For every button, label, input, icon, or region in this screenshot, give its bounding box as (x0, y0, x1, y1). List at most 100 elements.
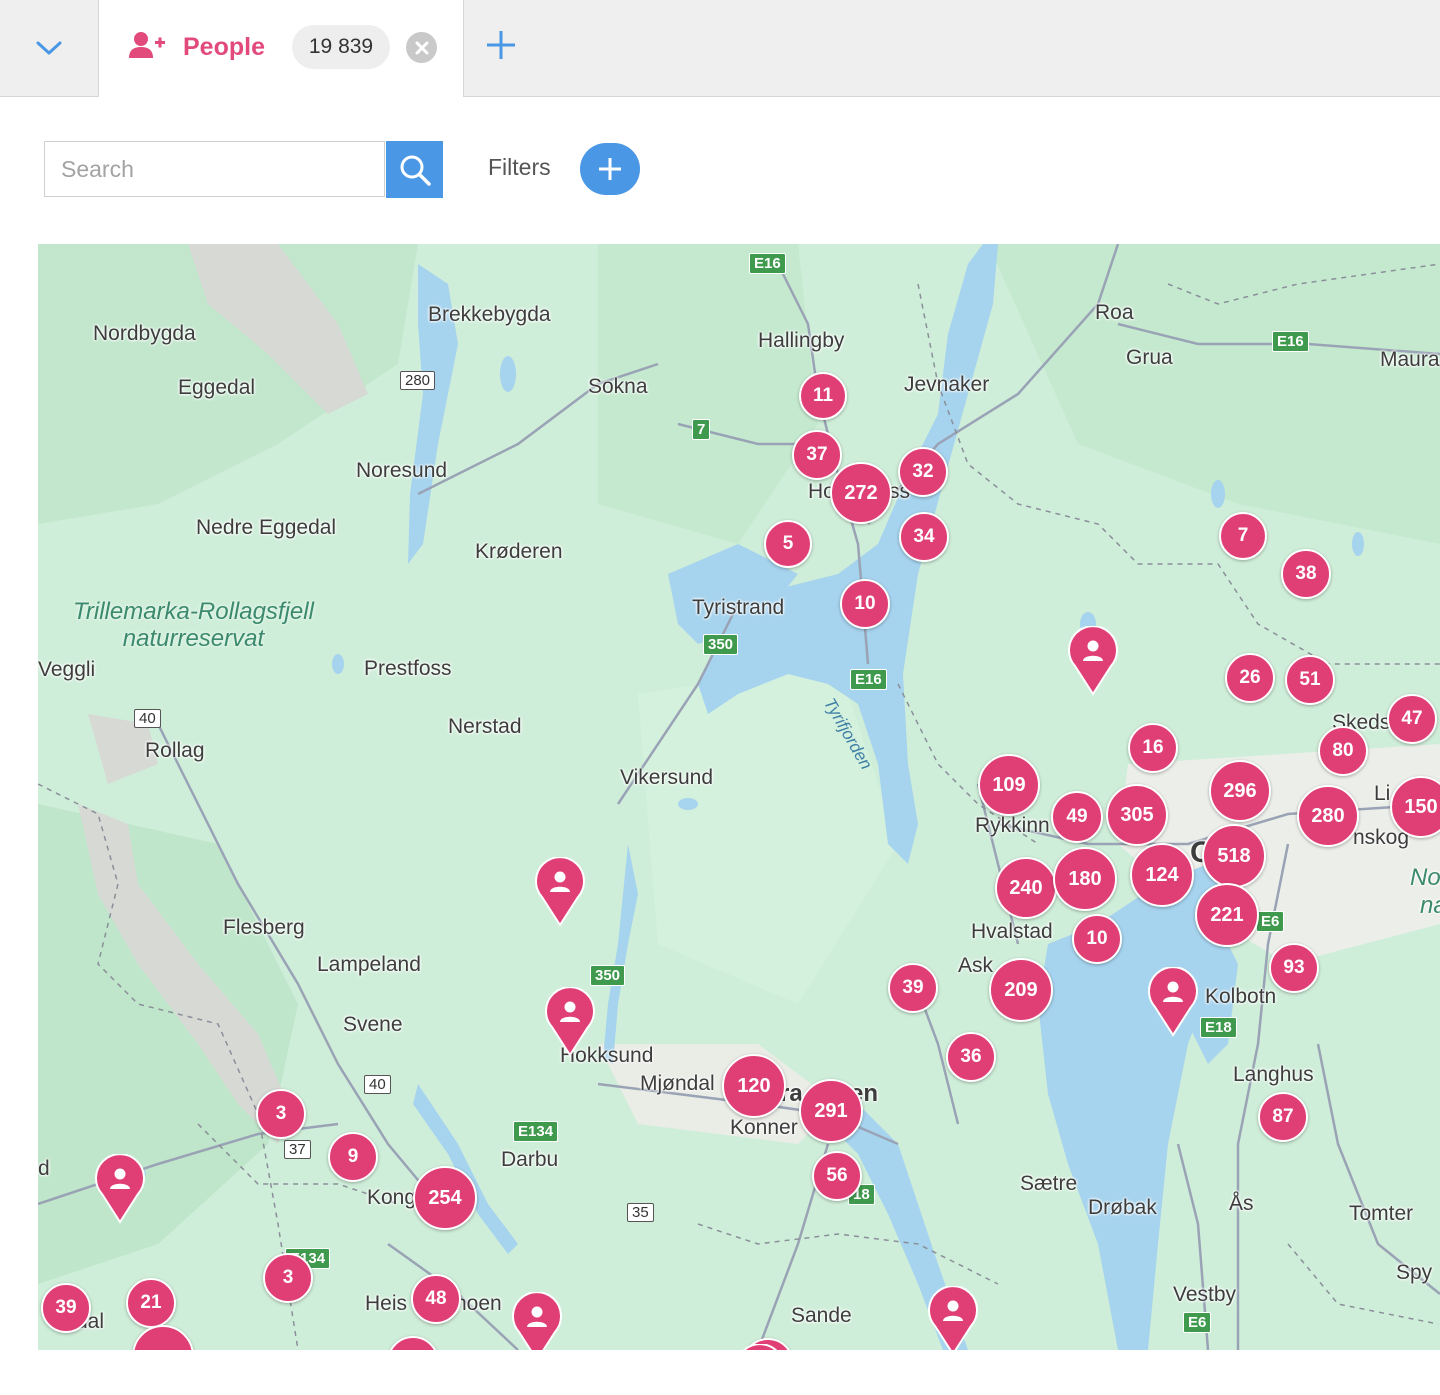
cluster-marker[interactable]: 93 (1269, 943, 1319, 993)
place-label: Heis (365, 1292, 408, 1315)
cluster-marker[interactable]: 254 (413, 1166, 477, 1230)
person-pin-icon[interactable] (534, 857, 586, 927)
road-shield: E16 (1272, 331, 1309, 352)
cluster-marker[interactable]: 51 (1285, 655, 1335, 705)
cluster-marker[interactable]: 56 (812, 1151, 862, 1201)
place-label: Vestby (1173, 1283, 1237, 1306)
road-shield: 35 (627, 1203, 654, 1222)
place-label: hoen (455, 1292, 502, 1315)
road-shield: 40 (134, 709, 161, 728)
road-shield: 350 (590, 965, 626, 986)
close-icon (415, 41, 428, 54)
search-input[interactable] (45, 142, 387, 196)
map-view[interactable]: Nordbygda Eggedal Brekkebygda Sokna Hall… (38, 244, 1440, 1350)
plus-icon (599, 158, 621, 180)
person-pin-icon[interactable] (927, 1286, 979, 1350)
cluster-marker[interactable]: 39 (888, 963, 938, 1013)
place-label: Prestfoss (364, 657, 452, 680)
road-shield: 350 (703, 634, 739, 655)
cluster-marker[interactable]: 16 (1128, 723, 1178, 773)
cluster-marker[interactable]: 180 (1053, 847, 1117, 911)
cluster-marker[interactable]: 518 (1202, 824, 1266, 888)
cluster-marker[interactable]: 240 (995, 857, 1057, 919)
collapse-tabs-button[interactable] (0, 0, 99, 96)
cluster-marker[interactable]: 36 (946, 1032, 996, 1082)
tab-people-label: People (183, 33, 265, 61)
cluster-marker[interactable]: 221 (1195, 883, 1259, 947)
add-filter-button[interactable] (580, 143, 640, 195)
cluster-marker[interactable]: 10 (840, 579, 890, 629)
tab-bar: People 19 839 (0, 0, 1440, 97)
place-label: Tomter (1349, 1202, 1414, 1225)
place-label: Nerstad (448, 715, 522, 738)
cluster-marker[interactable]: 296 (1209, 760, 1271, 822)
cluster-marker[interactable]: 49 (1051, 791, 1103, 843)
place-label: d (38, 1157, 50, 1180)
cluster-marker[interactable]: 3 (263, 1253, 313, 1303)
cluster-marker[interactable]: 80 (1318, 726, 1368, 776)
cluster-marker[interactable]: 124 (1130, 843, 1194, 907)
cluster-marker[interactable]: 3 (256, 1089, 306, 1139)
search-icon (400, 155, 431, 186)
place-label: Hallingby (758, 329, 845, 352)
cluster-marker[interactable]: 272 (830, 462, 892, 524)
cluster-marker[interactable]: 34 (899, 512, 949, 562)
add-tab-button[interactable] (483, 27, 519, 68)
cluster-marker[interactable]: 26 (1225, 653, 1275, 703)
cluster-marker[interactable]: 87 (1258, 1092, 1308, 1142)
cluster-marker[interactable]: 7 (1219, 512, 1267, 560)
cluster-marker[interactable]: 21 (126, 1278, 176, 1328)
place-label: Ås (1229, 1192, 1254, 1215)
cluster-marker[interactable]: 39 (41, 1283, 91, 1333)
cluster-marker[interactable]: 280 (1297, 785, 1359, 847)
person-pin-icon[interactable] (734, 1344, 786, 1350)
cluster-marker[interactable]: 5 (764, 520, 812, 568)
place-label: Rykkinn (975, 814, 1050, 837)
person-pin-icon[interactable] (511, 1292, 563, 1350)
cluster-marker[interactable]: 305 (1106, 784, 1168, 846)
place-label: Noresund (356, 459, 448, 482)
cluster-marker[interactable]: 209 (989, 958, 1053, 1022)
person-pin-icon[interactable] (544, 987, 596, 1057)
person-pin-icon[interactable] (94, 1154, 146, 1224)
place-label: Eggedal (178, 376, 256, 399)
cluster-marker[interactable]: 120 (722, 1054, 786, 1118)
cluster-marker[interactable]: 11 (799, 372, 847, 420)
cluster-marker[interactable]: 291 (799, 1079, 863, 1143)
place-label: Jevnaker (904, 373, 990, 396)
reserve-label: Trillemarka-Rollagsfjell naturreservat (73, 598, 314, 652)
place-label: Flesberg (223, 916, 305, 939)
search-button[interactable] (386, 141, 443, 198)
road-shield: 37 (284, 1140, 311, 1159)
place-label: Nordbygda (93, 322, 196, 345)
place-label: Mjøndal (640, 1072, 715, 1095)
place-label: Li (1374, 782, 1391, 805)
place-label: Svene (343, 1013, 403, 1036)
person-pin-icon[interactable] (1147, 967, 1199, 1037)
place-label: Lampeland (317, 953, 421, 976)
place-label: Sande (791, 1304, 852, 1327)
cluster-marker[interactable]: 109 (978, 754, 1040, 816)
people-count-badge: 19 839 (292, 25, 390, 69)
place-label: Sokna (588, 375, 648, 398)
place-label: Hvalstad (971, 920, 1053, 943)
place-label: Roa (1095, 301, 1134, 324)
cluster-marker[interactable]: 48 (411, 1274, 461, 1324)
place-label: Maura (1380, 348, 1440, 371)
place-label: Vikersund (620, 766, 714, 789)
cluster-marker[interactable]: 9 (328, 1132, 378, 1182)
road-shield: E6 (1183, 1312, 1212, 1333)
cluster-marker[interactable]: 38 (1281, 549, 1331, 599)
close-tab-button[interactable] (406, 32, 437, 63)
person-pin-icon[interactable] (1067, 626, 1119, 696)
filters-label: Filters (488, 154, 551, 180)
road-shield: E134 (513, 1121, 559, 1142)
cluster-marker[interactable]: 47 (1387, 694, 1437, 744)
cluster-marker[interactable]: 37 (792, 430, 842, 480)
place-label: Darbu (501, 1148, 559, 1171)
cluster-marker[interactable]: 10 (1072, 914, 1122, 964)
cluster-marker[interactable]: 32 (898, 447, 948, 497)
place-label: Tyristrand (692, 596, 785, 619)
place-label: Rollag (145, 739, 205, 762)
place-label: Konner (730, 1116, 798, 1139)
